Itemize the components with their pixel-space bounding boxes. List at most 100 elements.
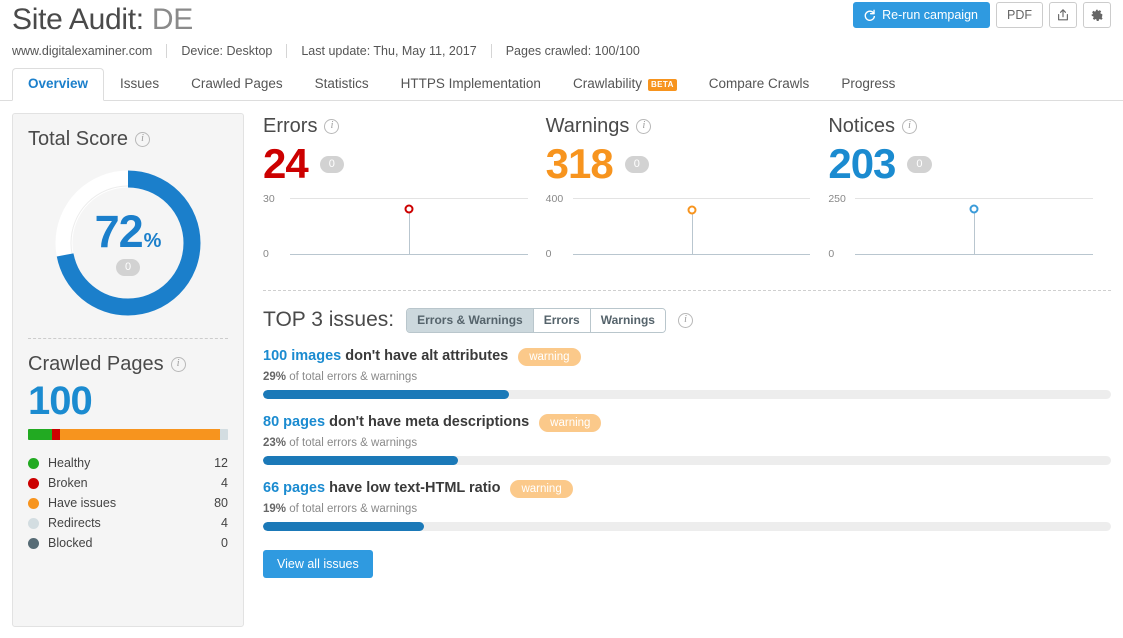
- legend-value-have-issues: 80: [214, 496, 228, 510]
- legend-label-blocked: Blocked: [48, 536, 221, 550]
- notices-stem: [974, 209, 975, 255]
- filter-errors-and-warnings[interactable]: Errors & Warnings: [407, 309, 534, 332]
- legend-dot-healthy: [28, 458, 39, 469]
- settings-button[interactable]: [1083, 2, 1111, 28]
- page-title-main: Site Audit:: [12, 3, 144, 36]
- legend-value-broken: 4: [221, 476, 228, 490]
- stack-segment-redirects: [220, 429, 228, 440]
- main-content: Errors i 24 0 30 0: [263, 113, 1111, 627]
- issue-link[interactable]: 66 pages: [263, 480, 325, 496]
- total-score-delta-badge: 0: [116, 259, 140, 276]
- panel-divider: [28, 338, 228, 339]
- pdf-button[interactable]: PDF: [996, 2, 1043, 28]
- issue-percent-line: 29% of total errors & warnings: [263, 370, 1111, 384]
- metric-errors-delta-badge: 0: [320, 156, 344, 173]
- issue-text: don't have meta descriptions: [329, 414, 529, 430]
- share-icon: [1056, 8, 1070, 22]
- issue-text: have low text-HTML ratio: [329, 480, 500, 496]
- view-all-issues-button[interactable]: View all issues: [263, 550, 373, 578]
- metric-notices-value-row: 203 0: [828, 141, 1093, 187]
- metric-notices-value: 203: [828, 141, 895, 187]
- issue-row: 80 pages don't have meta descriptions wa…: [263, 413, 1111, 465]
- metric-errors-label: Errors: [263, 113, 317, 139]
- tab-statistics[interactable]: Statistics: [299, 68, 385, 101]
- tab-bar: Overview Issues Crawled Pages Statistics…: [0, 69, 1123, 101]
- tab-crawlability[interactable]: Crawlability BETA: [557, 68, 693, 101]
- issue-link[interactable]: 100 images: [263, 348, 341, 364]
- rerun-campaign-button[interactable]: Re-run campaign: [853, 2, 990, 28]
- info-icon[interactable]: i: [636, 119, 651, 134]
- total-score-unit: %: [144, 230, 162, 253]
- tab-https-implementation[interactable]: HTTPS Implementation: [385, 68, 557, 101]
- filter-warnings[interactable]: Warnings: [591, 309, 665, 332]
- total-score-label: Total Score: [28, 126, 128, 152]
- total-score-donut: 72 % 0: [47, 162, 209, 324]
- notices-axis-max: 250: [828, 194, 846, 205]
- metric-errors-value-row: 24 0: [263, 141, 528, 187]
- metric-warnings-label: Warnings: [546, 113, 630, 139]
- rerun-campaign-label: Re-run campaign: [882, 8, 978, 22]
- errors-gridline-top: [290, 198, 528, 199]
- issue-progress-fill: [263, 456, 458, 465]
- issue-percent: 19%: [263, 503, 286, 515]
- page-header: Site Audit: DE www.digitalexaminer.com D…: [0, 0, 1123, 58]
- filter-errors[interactable]: Errors: [534, 309, 591, 332]
- info-icon[interactable]: i: [324, 119, 339, 134]
- list-item[interactable]: Blocked 0: [28, 533, 228, 553]
- issue-title: 66 pages have low text-HTML ratio warnin…: [263, 479, 1111, 498]
- score-panel: Total Score i 72 % 0: [12, 113, 244, 627]
- metric-notices: Notices i 203 0 250 0: [828, 113, 1111, 264]
- list-item[interactable]: Healthy 12: [28, 453, 228, 473]
- info-icon[interactable]: i: [135, 132, 150, 147]
- crawled-pages-heading: Crawled Pages i: [28, 351, 228, 377]
- header-actions: Re-run campaign PDF: [853, 2, 1111, 28]
- total-score-value: 72: [95, 210, 143, 254]
- metric-notices-delta-badge: 0: [907, 156, 931, 173]
- issue-percent: 29%: [263, 371, 286, 383]
- crawled-pages-label: Crawled Pages: [28, 351, 164, 377]
- notices-data-point[interactable]: [970, 204, 979, 213]
- info-icon[interactable]: i: [171, 357, 186, 372]
- issue-progress-fill: [263, 522, 424, 531]
- crawled-pages-value: 100: [28, 379, 228, 423]
- page-title-project: DE: [152, 3, 193, 36]
- notices-axis-min: 0: [828, 249, 834, 260]
- share-button[interactable]: [1049, 2, 1077, 28]
- tab-overview-label: Overview: [28, 75, 88, 92]
- tab-crawlability-label: Crawlability: [573, 75, 642, 92]
- tab-compare-crawls[interactable]: Compare Crawls: [693, 68, 826, 101]
- issue-row: 66 pages have low text-HTML ratio warnin…: [263, 479, 1111, 531]
- issue-link[interactable]: 80 pages: [263, 414, 325, 430]
- tab-crawled-pages[interactable]: Crawled Pages: [175, 68, 299, 101]
- legend-value-redirects: 4: [221, 516, 228, 530]
- tab-https-implementation-label: HTTPS Implementation: [401, 75, 541, 92]
- tab-compare-crawls-label: Compare Crawls: [709, 75, 810, 92]
- metric-errors-value: 24: [263, 141, 308, 187]
- crawled-pages-stacked-bar: [28, 429, 228, 440]
- warnings-data-point[interactable]: [687, 205, 696, 214]
- issue-title: 100 images don't have alt attributes war…: [263, 347, 1111, 366]
- top-issues-section: TOP 3 issues: Errors & Warnings Errors W…: [263, 290, 1111, 578]
- legend-dot-redirects: [28, 518, 39, 529]
- tab-issues[interactable]: Issues: [104, 68, 175, 101]
- top-issues-title: TOP 3 issues:: [263, 307, 394, 333]
- legend-value-blocked: 0: [221, 536, 228, 550]
- tab-progress[interactable]: Progress: [825, 68, 911, 101]
- info-icon[interactable]: i: [902, 119, 917, 134]
- list-item[interactable]: Broken 4: [28, 473, 228, 493]
- metric-warnings-value-row: 318 0: [546, 141, 811, 187]
- info-icon[interactable]: i: [678, 313, 693, 328]
- top-issues-header: TOP 3 issues: Errors & Warnings Errors W…: [263, 307, 1111, 333]
- meta-pages-crawled: Pages crawled: 100/100: [492, 44, 654, 58]
- metrics-row: Errors i 24 0 30 0: [263, 113, 1111, 264]
- errors-data-point[interactable]: [404, 205, 413, 214]
- meta-last-update: Last update: Thu, May 11, 2017: [287, 44, 490, 58]
- issue-title: 80 pages don't have meta descriptions wa…: [263, 413, 1111, 432]
- list-item[interactable]: Have issues 80: [28, 493, 228, 513]
- legend-value-healthy: 12: [214, 456, 228, 470]
- list-item[interactable]: Redirects 4: [28, 513, 228, 533]
- tab-overview[interactable]: Overview: [12, 68, 104, 101]
- meta-domain: www.digitalexaminer.com: [12, 44, 166, 58]
- legend-dot-blocked: [28, 538, 39, 549]
- status-badge: warning: [539, 414, 601, 432]
